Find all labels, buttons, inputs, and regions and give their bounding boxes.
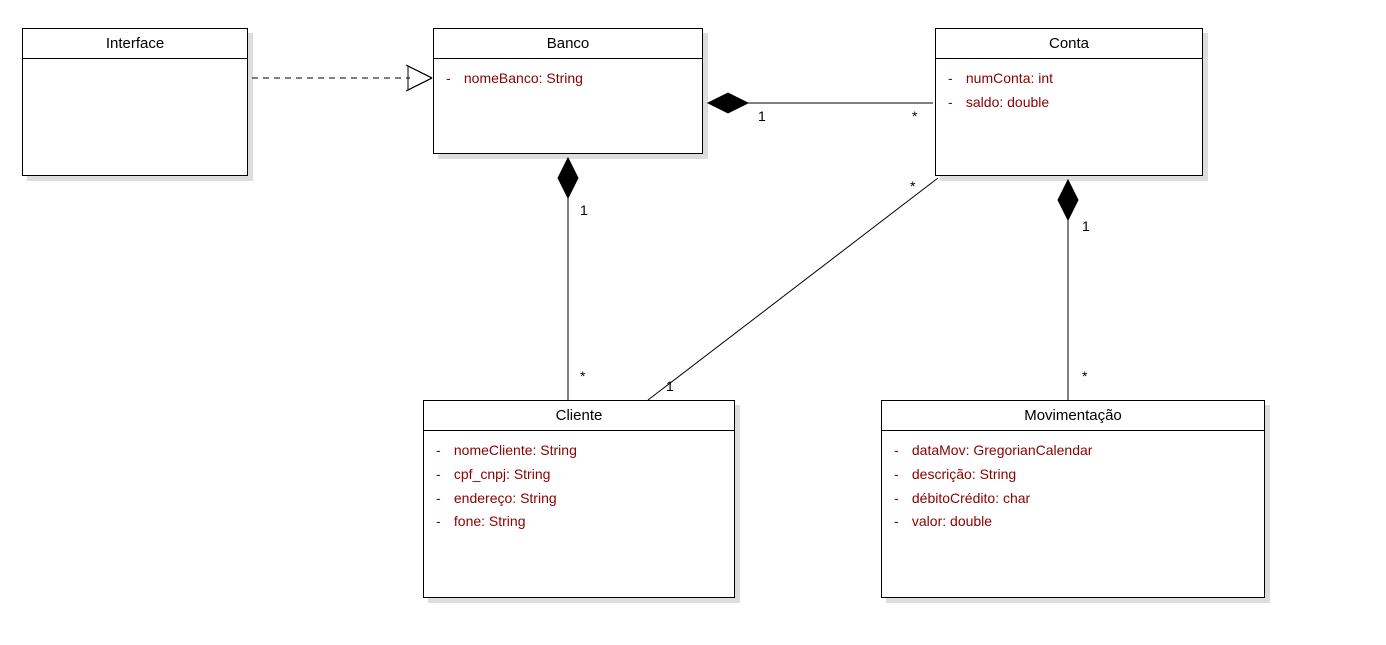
mult-cliente-conta-star: * — [910, 178, 915, 194]
class-body-movimentacao: - dataMov: GregorianCalendar - descrição… — [882, 431, 1264, 544]
class-conta: Conta - numConta: int - saldo: double — [935, 28, 1203, 176]
class-title-conta: Conta — [936, 29, 1202, 59]
mult-cliente-conta-1: 1 — [666, 378, 674, 394]
class-body-banco: - nomeBanco: String — [434, 59, 702, 101]
attr-row: - numConta: int — [948, 67, 1190, 91]
mult-banco-cliente-star: * — [580, 368, 585, 384]
mult-conta-mov-1: 1 — [1082, 218, 1090, 234]
attr-row: - cpf_cnpj: String — [436, 463, 722, 487]
attr-row: - saldo: double — [948, 91, 1190, 115]
class-title-interface: Interface — [23, 29, 247, 59]
class-banco: Banco - nomeBanco: String — [433, 28, 703, 154]
mult-banco-conta-star: * — [912, 108, 917, 124]
class-title-cliente: Cliente — [424, 401, 734, 431]
attr-text: débitoCrédito: char — [912, 490, 1030, 506]
class-cliente: Cliente - nomeCliente: String - cpf_cnpj… — [423, 400, 735, 598]
class-interface: Interface — [22, 28, 248, 176]
attr-text: dataMov: GregorianCalendar — [912, 442, 1093, 458]
class-movimentacao: Movimentação - dataMov: GregorianCalenda… — [881, 400, 1265, 598]
mult-banco-conta-1: 1 — [758, 108, 766, 124]
attr-row: - nomeCliente: String — [436, 439, 722, 463]
attr-row: - descrição: String — [894, 463, 1252, 487]
attr-row: - valor: double — [894, 510, 1252, 534]
attr-text: descrição: String — [912, 466, 1016, 482]
mult-conta-mov-star: * — [1082, 368, 1087, 384]
attr-text: valor: double — [912, 513, 992, 529]
attr-row: - nomeBanco: String — [446, 67, 690, 91]
uml-diagram-canvas: 1 * 1 * 1 * 1 * Interface Banco - nomeBa… — [0, 0, 1386, 645]
attr-text: nomeCliente: String — [454, 442, 577, 458]
attr-text: numConta: int — [966, 70, 1053, 86]
attr-text: endereço: String — [454, 490, 557, 506]
attr-text: fone: String — [454, 513, 526, 529]
mult-banco-cliente-1: 1 — [580, 202, 588, 218]
class-body-conta: - numConta: int - saldo: double — [936, 59, 1202, 125]
class-title-banco: Banco — [434, 29, 702, 59]
attr-row: - fone: String — [436, 510, 722, 534]
attr-row: - dataMov: GregorianCalendar — [894, 439, 1252, 463]
class-body-interface — [23, 59, 247, 97]
attr-text: nomeBanco: String — [464, 70, 583, 86]
attr-row: - débitoCrédito: char — [894, 487, 1252, 511]
attr-text: saldo: double — [966, 94, 1049, 110]
attr-text: cpf_cnpj: String — [454, 466, 551, 482]
class-title-movimentacao: Movimentação — [882, 401, 1264, 431]
attr-row: - endereço: String — [436, 487, 722, 511]
class-body-cliente: - nomeCliente: String - cpf_cnpj: String… — [424, 431, 734, 544]
